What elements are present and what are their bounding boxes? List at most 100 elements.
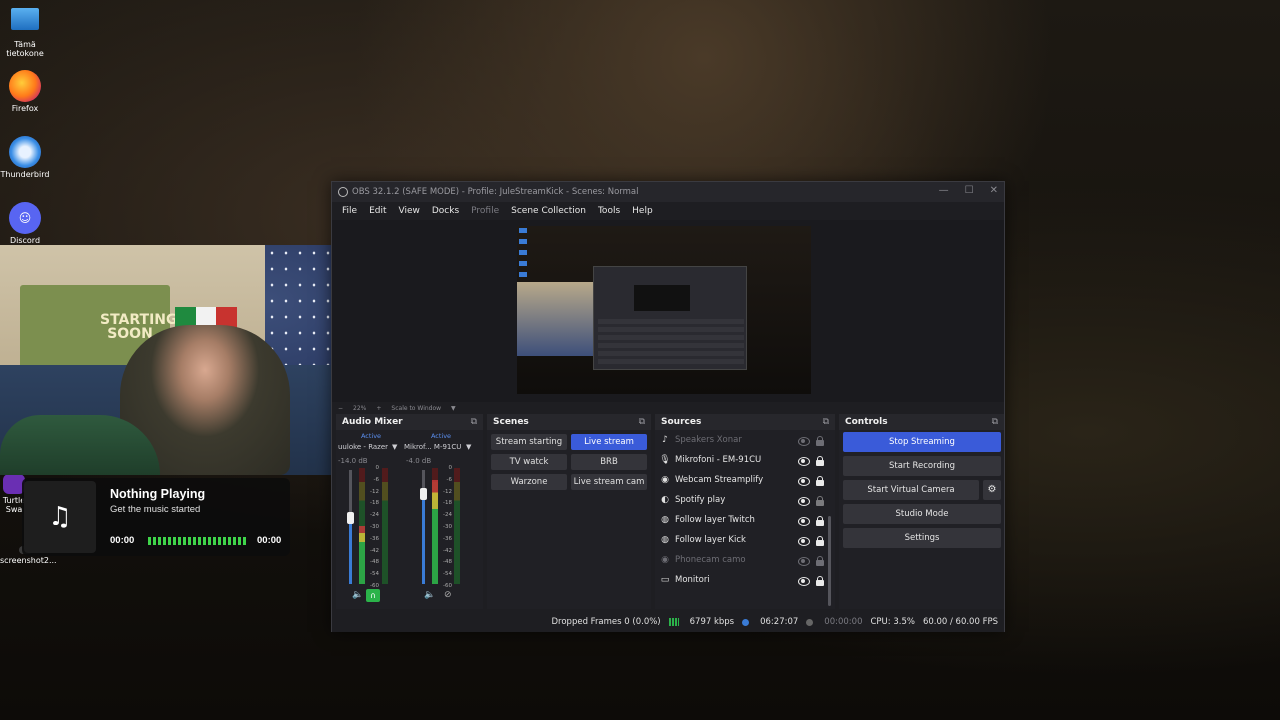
lock-icon[interactable] xyxy=(815,535,825,546)
zoom-mode-select[interactable]: Scale to Window xyxy=(391,405,441,412)
preview-area xyxy=(332,220,1004,402)
menu-scene-collection[interactable]: Scene Collection xyxy=(505,206,592,216)
source-row[interactable]: ◉ Webcam Streamplify xyxy=(659,470,825,490)
scene-warzone[interactable]: Warzone xyxy=(491,474,567,490)
start-virtual-camera-button[interactable]: Start Virtual Camera xyxy=(843,480,979,500)
meter-scale-tick: -36 xyxy=(370,535,379,542)
stream-time: 06:27:07 xyxy=(760,617,799,627)
scenes-title: Scenes xyxy=(493,417,529,427)
desktop-icon-thunderbird[interactable]: Thunderbird xyxy=(0,136,50,179)
music-progress-bar xyxy=(148,537,246,545)
desktop-icon-firefox[interactable]: Firefox xyxy=(0,70,50,113)
meter-scale-tick: -12 xyxy=(370,488,379,495)
maximize-icon[interactable]: ☐ xyxy=(965,185,974,196)
audio-mixer-title: Audio Mixer xyxy=(342,417,403,427)
popout-icon[interactable]: ⧉ xyxy=(639,417,645,427)
eye-icon[interactable] xyxy=(798,456,810,466)
source-row[interactable]: ◐ Spotify play xyxy=(659,490,825,510)
controls-dock: Controls ⧉ Stop Streaming Start Recordin… xyxy=(839,414,1004,609)
minimize-icon[interactable]: — xyxy=(939,185,949,196)
firefox-icon xyxy=(9,70,41,102)
lock-icon[interactable] xyxy=(815,455,825,466)
lock-icon[interactable] xyxy=(815,495,825,506)
music-widget: ♫ Nothing Playing Get the music started … xyxy=(22,478,290,556)
popout-icon[interactable]: ⧉ xyxy=(471,417,477,427)
lock-icon[interactable] xyxy=(815,515,825,526)
chevron-down-icon[interactable]: ▼ xyxy=(466,443,471,451)
headphones-icon[interactable]: ∩ xyxy=(366,589,380,602)
popout-icon[interactable]: ⧉ xyxy=(992,417,998,427)
source-row[interactable]: ♪ Speakers Xonar xyxy=(659,430,825,450)
scene-live-stream[interactable]: Live stream xyxy=(571,434,647,450)
menu-docks[interactable]: Docks xyxy=(426,206,465,216)
scene-brb[interactable]: BRB xyxy=(571,454,647,470)
popout-icon[interactable]: ⧉ xyxy=(823,417,829,427)
sources-scrollbar[interactable] xyxy=(828,516,831,606)
menu-edit[interactable]: Edit xyxy=(363,206,392,216)
chevron-down-icon[interactable]: ▼ xyxy=(451,405,456,412)
record-status-icon xyxy=(806,618,814,626)
eye-icon[interactable] xyxy=(798,516,810,526)
obs-titlebar[interactable]: OBS 32.1.2 (SAFE MODE) - Profile: JuleSt… xyxy=(332,182,1004,202)
meter-scale-tick: 0 xyxy=(448,465,453,471)
obs-logo-icon xyxy=(338,187,348,197)
meter-scale-tick: -54 xyxy=(370,571,379,578)
meter-scale-tick: -54 xyxy=(443,571,452,578)
chevron-down-icon[interactable]: ▼ xyxy=(392,443,397,451)
meter-scale-tick: -18 xyxy=(370,500,379,507)
source-row[interactable]: ◉ Phonecam camo xyxy=(659,550,825,570)
volume-meter xyxy=(454,468,460,584)
close-icon[interactable]: ✕ xyxy=(990,185,998,196)
lock-icon[interactable] xyxy=(815,575,825,586)
eye-icon[interactable] xyxy=(798,476,810,486)
sources-title: Sources xyxy=(661,417,702,427)
eye-icon[interactable] xyxy=(798,576,810,586)
menu-tools[interactable]: Tools xyxy=(592,206,626,216)
eye-icon[interactable] xyxy=(798,496,810,506)
obs-window: OBS 32.1.2 (SAFE MODE) - Profile: JuleSt… xyxy=(331,181,1005,632)
lock-icon[interactable] xyxy=(815,555,825,566)
music-note-icon: ♫ xyxy=(24,481,96,553)
source-row[interactable]: ▭ Monitori xyxy=(659,570,825,590)
monitor-off-icon[interactable]: ⊘ xyxy=(444,590,452,600)
desktop-icon-discord[interactable]: ☺ Discord xyxy=(0,202,50,245)
eye-hidden-icon[interactable] xyxy=(798,556,810,566)
meter-scale-tick: -36 xyxy=(443,535,452,542)
start-recording-button[interactable]: Start Recording xyxy=(843,456,1001,476)
monitor-icon xyxy=(11,8,39,30)
program-preview[interactable] xyxy=(517,226,811,394)
lock-icon[interactable] xyxy=(815,435,825,446)
zoom-out-button[interactable]: − xyxy=(338,405,343,412)
source-row[interactable]: ◍ Follow layer Twitch xyxy=(659,510,825,530)
zoom-bar: − 22% + Scale to Window ▼ xyxy=(332,402,1004,414)
scene-tv-watck[interactable]: TV watck xyxy=(491,454,567,470)
volume-slider-handle[interactable] xyxy=(420,488,427,500)
source-row[interactable]: ◍ Follow layer Kick xyxy=(659,530,825,550)
speaker-icon[interactable]: 🔈 xyxy=(352,590,363,600)
meter-scale: 0 -6 -12 -18 -24 -30 -36 -42 -48 -54 -60 xyxy=(438,463,452,593)
cpu-usage: CPU: 3.5% xyxy=(870,617,915,627)
scenes-body: Stream starting Live stream TV watck BRB… xyxy=(487,430,651,609)
source-name: Webcam Streamplify xyxy=(675,475,764,485)
scene-live-stream-cam[interactable]: Live stream cam xyxy=(571,474,647,490)
volume-slider-handle[interactable] xyxy=(347,512,354,524)
desktop-icon-label: tietokone xyxy=(6,49,44,58)
settings-button[interactable]: Settings xyxy=(843,528,1001,548)
gear-icon[interactable]: ⚙ xyxy=(983,480,1001,500)
menu-profile[interactable]: Profile xyxy=(465,206,505,216)
eye-icon[interactable] xyxy=(798,536,810,546)
stop-streaming-button[interactable]: Stop Streaming xyxy=(843,432,1001,452)
studio-mode-button[interactable]: Studio Mode xyxy=(843,504,1001,524)
speaker-icon[interactable]: 🔈 xyxy=(424,590,435,600)
source-row[interactable]: 🎙 Mikrofoni - EM-91CU xyxy=(659,450,825,470)
channel-name[interactable]: uuloke - Razer xyxy=(338,443,388,451)
scene-stream-starting[interactable]: Stream starting xyxy=(491,434,567,450)
desktop-icon-this-pc[interactable]: Tämä tietokone xyxy=(0,6,50,58)
menu-file[interactable]: File xyxy=(336,206,363,216)
menu-view[interactable]: View xyxy=(393,206,426,216)
eye-hidden-icon[interactable] xyxy=(798,436,810,446)
zoom-in-button[interactable]: + xyxy=(376,405,381,412)
menu-help[interactable]: Help xyxy=(626,206,659,216)
channel-name[interactable]: Mikrof... M-91CU xyxy=(404,443,461,451)
lock-icon[interactable] xyxy=(815,475,825,486)
